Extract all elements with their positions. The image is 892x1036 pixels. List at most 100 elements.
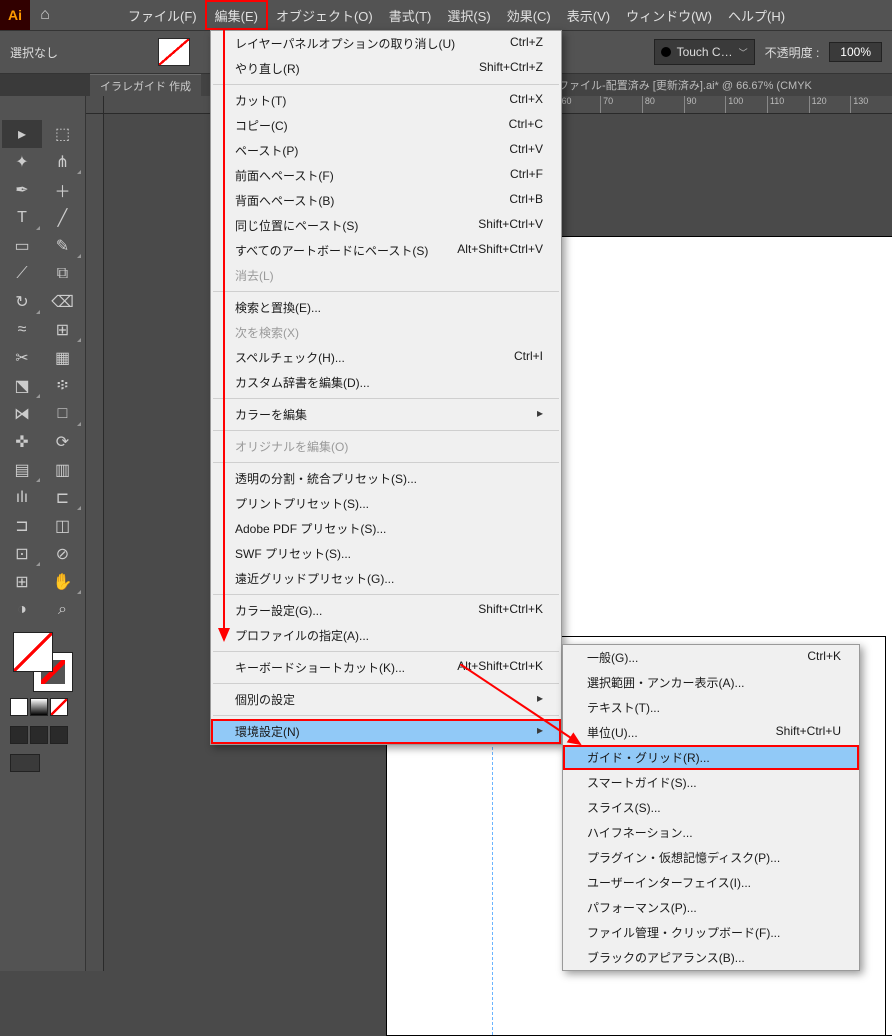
tool-24[interactable]: ▤: [2, 456, 42, 484]
menu-item[interactable]: 環境設定(N)▸: [211, 719, 561, 744]
ruler-vertical[interactable]: [86, 114, 104, 971]
tool-0[interactable]: ▸: [2, 120, 42, 148]
tool-6[interactable]: T: [2, 204, 42, 232]
fill-swatch-main[interactable]: [13, 632, 53, 672]
fill-swatch[interactable]: [158, 38, 190, 66]
tool-30[interactable]: ⊡: [2, 540, 42, 568]
tool-3[interactable]: ⋔: [43, 148, 83, 176]
edit-menu-dropdown: レイヤーパネルオプションの取り消し(U)Ctrl+Zやり直し(R)Shift+C…: [210, 30, 562, 745]
menu-help[interactable]: ヘルプ(H): [720, 0, 793, 30]
menu-item[interactable]: カット(T)Ctrl+X: [211, 88, 561, 113]
menu-item[interactable]: 同じ位置にペースト(S)Shift+Ctrl+V: [211, 213, 561, 238]
tool-2[interactable]: ✦: [2, 148, 42, 176]
menu-item[interactable]: 前面へペースト(F)Ctrl+F: [211, 163, 561, 188]
graphic-style-select[interactable]: Touch C… ﹀: [654, 39, 755, 65]
draw-normal[interactable]: [10, 726, 28, 744]
menu-item[interactable]: SWF プリセット(S)...: [211, 541, 561, 566]
tool-23[interactable]: ⟳: [43, 428, 83, 456]
menu-item[interactable]: プロファイルの指定(A)...: [211, 623, 561, 648]
menu-item: オリジナルを編集(O): [211, 434, 561, 459]
menu-item[interactable]: やり直し(R)Shift+Ctrl+Z: [211, 56, 561, 81]
menu-item[interactable]: カスタム辞書を編集(D)...: [211, 370, 561, 395]
tool-26[interactable]: ılı: [2, 484, 42, 512]
submenu-item[interactable]: ファイル管理・クリップボード(F)...: [563, 920, 859, 945]
tool-21[interactable]: □: [43, 400, 83, 428]
submenu-item[interactable]: テキスト(T)...: [563, 695, 859, 720]
submenu-item[interactable]: パフォーマンス(P)...: [563, 895, 859, 920]
menu-item[interactable]: コピー(C)Ctrl+C: [211, 113, 561, 138]
menu-item[interactable]: プリントプリセット(S)...: [211, 491, 561, 516]
submenu-item[interactable]: 選択範囲・アンカー表示(A)...: [563, 670, 859, 695]
submenu-item[interactable]: ユーザーインターフェイス(I)...: [563, 870, 859, 895]
tool-13[interactable]: ⌫: [43, 288, 83, 316]
menu-item[interactable]: キーボードショートカット(K)...Alt+Shift+Ctrl+K: [211, 655, 561, 680]
tool-8[interactable]: ▭: [2, 232, 42, 260]
submenu-item[interactable]: スマートガイド(S)...: [563, 770, 859, 795]
menu-object[interactable]: オブジェクト(O): [268, 0, 381, 30]
menu-window[interactable]: ウィンドウ(W): [618, 0, 720, 30]
tool-35[interactable]: ⌕: [43, 596, 83, 624]
color-mode-solid[interactable]: [10, 698, 28, 716]
tool-33[interactable]: ✋: [43, 568, 83, 596]
submenu-item[interactable]: ブラックのアピアランス(B)...: [563, 945, 859, 970]
document-tab[interactable]: イラレガイド 作成: [90, 74, 201, 96]
fill-stroke-swatch[interactable]: [13, 632, 73, 692]
menu-item[interactable]: Adobe PDF プリセット(S)...: [211, 516, 561, 541]
menu-item[interactable]: カラーを編集▸: [211, 402, 561, 427]
menu-effect[interactable]: 効果(C): [499, 0, 559, 30]
tool-28[interactable]: ⊐: [2, 512, 42, 540]
tool-31[interactable]: ⊘: [43, 540, 83, 568]
menu-item[interactable]: 透明の分割・統合プリセット(S)...: [211, 466, 561, 491]
tool-20[interactable]: ⧒: [2, 400, 42, 428]
menu-file[interactable]: ファイル(F): [120, 0, 205, 30]
menu-item[interactable]: スペルチェック(H)...Ctrl+I: [211, 345, 561, 370]
menu-select[interactable]: 選択(S): [439, 0, 498, 30]
draw-behind[interactable]: [30, 726, 48, 744]
screen-mode[interactable]: [10, 754, 40, 772]
tool-27[interactable]: ⊏: [43, 484, 83, 512]
menu-item[interactable]: レイヤーパネルオプションの取り消し(U)Ctrl+Z: [211, 31, 561, 56]
tool-34[interactable]: ◑: [2, 596, 42, 624]
tool-17[interactable]: ▦: [43, 344, 83, 372]
submenu-item[interactable]: 単位(U)...Shift+Ctrl+U: [563, 720, 859, 745]
submenu-item[interactable]: プラグイン・仮想記憶ディスク(P)...: [563, 845, 859, 870]
tool-4[interactable]: ✒: [2, 176, 42, 204]
tool-29[interactable]: ◫: [43, 512, 83, 540]
tool-32[interactable]: ⊞: [2, 568, 42, 596]
menu-item[interactable]: 遠近グリッドプリセット(G)...: [211, 566, 561, 591]
menu-item[interactable]: 背面へペースト(B)Ctrl+B: [211, 188, 561, 213]
chevron-down-icon: ﹀: [739, 46, 748, 59]
tool-19[interactable]: ፨: [43, 372, 83, 400]
tool-7[interactable]: ╱: [43, 204, 83, 232]
tool-14[interactable]: ≈: [2, 316, 42, 344]
menu-type[interactable]: 書式(T): [381, 0, 440, 30]
submenu-item[interactable]: 一般(G)...Ctrl+K: [563, 645, 859, 670]
home-icon[interactable]: ⌂: [30, 0, 60, 30]
tool-25[interactable]: ▥: [43, 456, 83, 484]
tool-12[interactable]: ↻: [2, 288, 42, 316]
tool-5[interactable]: ＋: [43, 176, 83, 204]
menu-item[interactable]: 検索と置換(E)...: [211, 295, 561, 320]
submenu-item[interactable]: ガイド・グリッド(R)...: [563, 745, 859, 770]
color-mode-gradient[interactable]: [30, 698, 48, 716]
tool-11[interactable]: ⧉: [43, 260, 83, 288]
tool-16[interactable]: ✂: [2, 344, 42, 372]
menu-item[interactable]: カラー設定(G)...Shift+Ctrl+K: [211, 598, 561, 623]
ruler-origin[interactable]: [86, 96, 104, 114]
menu-view[interactable]: 表示(V): [559, 0, 618, 30]
tool-1[interactable]: ⬚: [43, 120, 83, 148]
menu-item[interactable]: 個別の設定▸: [211, 687, 561, 712]
draw-inside[interactable]: [50, 726, 68, 744]
menu-edit[interactable]: 編集(E): [205, 0, 268, 30]
color-mode-none[interactable]: [50, 698, 68, 716]
tool-10[interactable]: ⟋: [2, 260, 42, 288]
tool-22[interactable]: ✜: [2, 428, 42, 456]
menu-item[interactable]: すべてのアートボードにペースト(S)Alt+Shift+Ctrl+V: [211, 238, 561, 263]
tool-9[interactable]: ✎: [43, 232, 83, 260]
opacity-value[interactable]: 100%: [829, 42, 882, 62]
tool-15[interactable]: ⊞: [43, 316, 83, 344]
menu-item[interactable]: ペースト(P)Ctrl+V: [211, 138, 561, 163]
submenu-item[interactable]: スライス(S)...: [563, 795, 859, 820]
tool-18[interactable]: ⬔: [2, 372, 42, 400]
submenu-item[interactable]: ハイフネーション...: [563, 820, 859, 845]
